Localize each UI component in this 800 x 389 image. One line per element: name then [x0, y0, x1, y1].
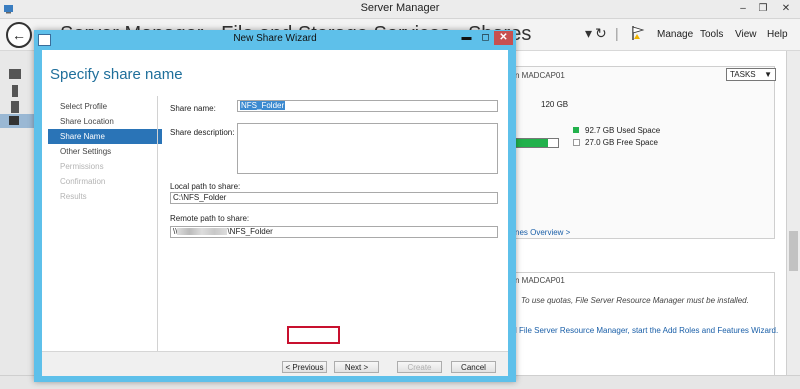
tasks-button[interactable]: TASKS ▼ [726, 68, 776, 81]
volumes-overview-link[interactable]: nes Overview > [515, 228, 570, 237]
next-button[interactable]: Next > [334, 361, 379, 373]
title-bar: Server Manager – ❐ ✕ [0, 0, 800, 19]
close-icon[interactable]: ✕ [778, 2, 794, 15]
minimize-icon[interactable]: – [735, 2, 751, 15]
share-name-value: NFS_Folder [240, 101, 286, 110]
used-legend-swatch [573, 127, 579, 133]
wizard-footer: < Previous Next > Create Cancel [42, 351, 508, 376]
local-path-field[interactable]: C:\NFS_Folder [170, 192, 498, 204]
wizard-body: Specify share name Select Profile Share … [42, 50, 508, 376]
free-space-label: 27.0 GB Free Space [585, 138, 658, 147]
create-button: Create [397, 361, 442, 373]
file-storage-icon [9, 116, 19, 125]
next-button-highlight [287, 326, 340, 344]
steps-divider [157, 96, 158, 354]
step-select-profile[interactable]: Select Profile [48, 99, 162, 114]
menu-manage[interactable]: Manage [657, 29, 693, 40]
back-arrow-icon[interactable]: ← [6, 22, 32, 48]
new-share-wizard-dialog: New Share Wizard ▬ ◻ ✕ Specify share nam… [34, 30, 516, 382]
share-description-label: Share description: [170, 128, 235, 137]
scrollbar-thumb[interactable] [789, 231, 798, 271]
quota-tile [515, 272, 775, 377]
remote-path-field[interactable]: \\ \NFS_Folder [170, 226, 498, 238]
step-share-location[interactable]: Share Location [48, 114, 162, 129]
usage-bar [515, 138, 559, 148]
share-description-textarea[interactable] [237, 123, 498, 174]
close-icon[interactable]: ✕ [494, 31, 513, 45]
wizard-steps: Select Profile Share Location Share Name… [48, 99, 162, 204]
dropdown-chevron-icon[interactable]: ▾ [585, 25, 592, 42]
refresh-icon[interactable]: ↻ [595, 25, 607, 42]
page-title: Specify share name [50, 66, 183, 83]
redacted-server-name [177, 228, 228, 236]
step-results: Results [60, 192, 87, 201]
step-share-name[interactable]: Share Name [48, 129, 162, 144]
previous-button[interactable]: < Previous [282, 361, 327, 373]
quota-note: To use quotas, File Server Resource Mana… [521, 296, 749, 305]
free-legend-swatch [573, 139, 580, 146]
step-confirmation: Confirmation [60, 177, 106, 186]
all-servers-icon[interactable] [11, 101, 19, 113]
menu-help[interactable]: Help [767, 29, 788, 40]
menu-tools[interactable]: Tools [700, 29, 723, 40]
cancel-button[interactable]: Cancel [451, 361, 496, 373]
separator-icon: | [615, 25, 619, 41]
local-server-icon[interactable] [12, 85, 18, 97]
vertical-scrollbar[interactable] [786, 51, 800, 375]
volume-tile-header: n MADCAP01 [515, 71, 565, 80]
usage-bar-fill [516, 139, 549, 147]
sidebar [0, 51, 35, 388]
sidebar-item-file-storage[interactable] [0, 114, 34, 128]
tasks-label: TASKS [730, 70, 756, 79]
share-name-label: Share name: [170, 104, 216, 113]
step-other-settings[interactable]: Other Settings [48, 144, 162, 159]
window-title: Server Manager [360, 2, 440, 14]
remote-path-suffix: \NFS_Folder [227, 227, 273, 236]
install-fsrm-link[interactable]: l File Server Resource Manager, start th… [515, 326, 778, 335]
restore-icon[interactable]: ❐ [755, 2, 771, 15]
step-permissions: Permissions [60, 162, 104, 171]
quota-tile-header: n MADCAP01 [515, 276, 565, 285]
maximize-icon[interactable]: ◻ [477, 31, 494, 45]
local-path-label: Local path to share: [170, 182, 241, 191]
wizard-title: New Share Wizard [233, 33, 317, 44]
volume-tile [515, 66, 775, 239]
capacity-value: 120 GB [541, 100, 569, 109]
menu-view[interactable]: View [735, 29, 757, 40]
dashboard-icon[interactable] [9, 69, 21, 79]
notifications-flag-icon[interactable] [630, 25, 646, 44]
minimize-icon[interactable]: ▬ [458, 31, 475, 45]
share-name-input[interactable]: NFS_Folder [237, 100, 498, 112]
used-space-label: 92.7 GB Used Space [585, 126, 661, 135]
remote-path-label: Remote path to share: [170, 214, 250, 223]
chevron-down-icon: ▼ [764, 70, 772, 79]
